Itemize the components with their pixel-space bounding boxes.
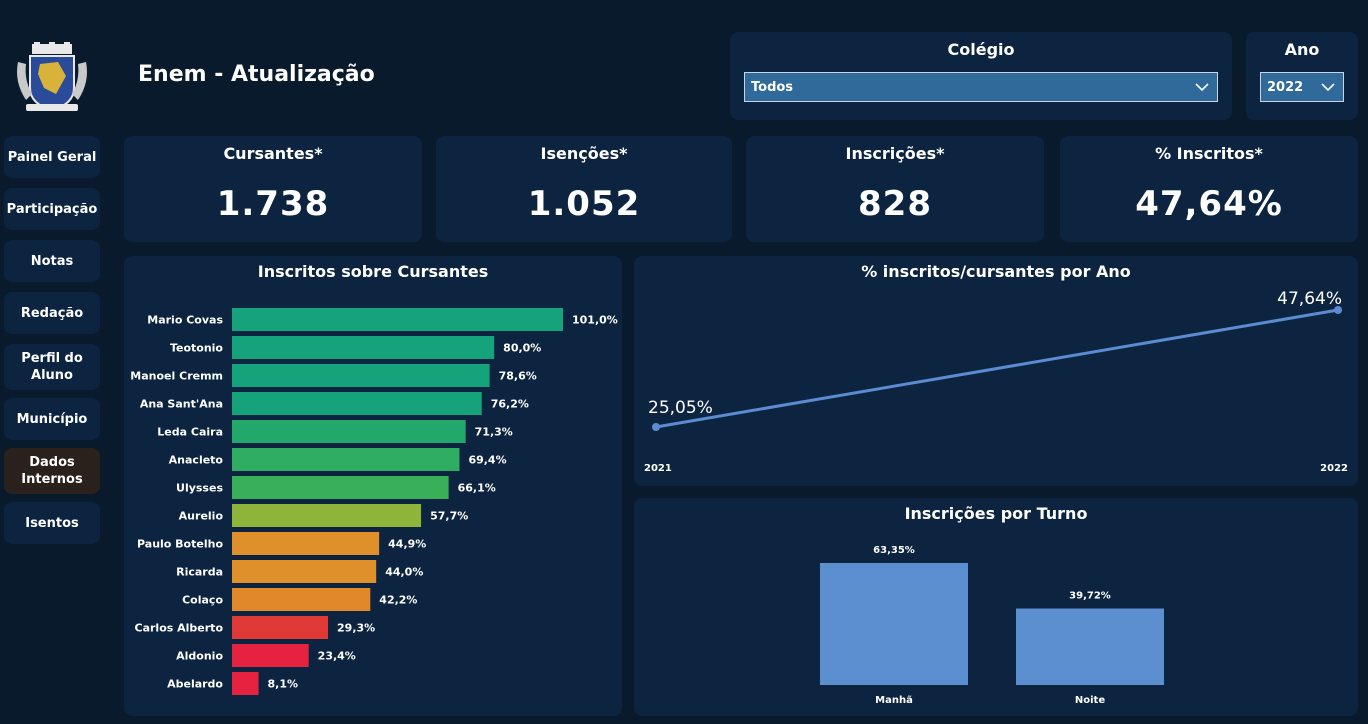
inscritos-sobre-cursantes-chart: Inscritos sobre Cursantes Mario Covas 101… [124, 256, 622, 716]
series-line [655, 308, 1339, 429]
bar-category-label: Colaço [182, 594, 223, 607]
bar-category-label: Ricarda [176, 566, 223, 579]
kpi-card-cursantes: Cursantes* 1.738 [124, 136, 422, 242]
inscritos-sobre-cursantes-plot: Mario Covas 101,0% Teotonio 80,0% Manoel Cre… [130, 308, 618, 695]
bar-value-label: 66,1% [458, 482, 496, 495]
sidebar-item-dados-internos[interactable]: Dados Internos [4, 448, 100, 494]
inscritos-cursantes-por-ano-plot: 25,05% 47,64% 2021 2022 [644, 289, 1348, 474]
bar [820, 563, 968, 685]
kpi-value: 1.052 [527, 184, 641, 224]
bar [232, 672, 259, 695]
ano-slicer-title: Ano [1284, 40, 1320, 59]
bar-value-label: 44,0% [385, 566, 423, 579]
bar-value-label: 78,6% [499, 370, 537, 383]
bar-category-label: Teotonio [170, 342, 223, 355]
kpi-value: 828 [858, 184, 932, 224]
inscritos-cursantes-por-ano-chart: % inscritos/cursantes por Ano 25,05% 47,6… [634, 256, 1358, 486]
kpi-title: Isenções* [540, 144, 628, 163]
bar [232, 644, 309, 667]
bar-value-label: 71,3% [475, 426, 513, 439]
kpi-title: Cursantes* [223, 144, 323, 163]
bar [232, 448, 460, 471]
colegio-selected-value: Todos [751, 79, 794, 95]
bar-value-label: 76,2% [491, 398, 529, 411]
municipal-coat-of-arms-icon [12, 42, 92, 114]
sidebar-item-notas[interactable]: Notas [4, 240, 100, 282]
bar [232, 336, 495, 359]
bar [232, 420, 466, 443]
bar-value-label: 8,1% [268, 678, 299, 691]
bar [232, 392, 482, 415]
sidebar-item-isentos[interactable]: Isentos [4, 502, 100, 544]
inscricoes-por-turno-plot: 63,35% Manhã 39,72% Noite [820, 545, 1164, 706]
bar-value-label: 39,72% [1069, 591, 1111, 602]
sidebar-item-redacao[interactable]: Redação [4, 292, 100, 334]
bar [232, 616, 329, 639]
bar-value-label: 80,0% [503, 342, 541, 355]
bar [232, 364, 490, 387]
bar [1016, 608, 1164, 685]
kpi-title: Inscrições* [845, 144, 945, 163]
page-title: Enem - Atualização [138, 62, 375, 87]
bar-value-label: 57,7% [430, 510, 468, 523]
kpi-card-percent-inscritos: % Inscritos* 47,64% [1060, 136, 1358, 242]
bar-category-label: Ulysses [176, 482, 223, 495]
bar [232, 308, 563, 331]
ano-dropdown[interactable]: 2022 [1260, 72, 1344, 102]
colegio-dropdown[interactable]: Todos [744, 72, 1218, 102]
bar-value-label: 44,9% [388, 538, 426, 551]
bar-value-label: 69,4% [468, 454, 506, 467]
kpi-title: % Inscritos* [1155, 144, 1263, 163]
bar-value-label: 23,4% [318, 650, 356, 663]
colegio-slicer-title: Colégio [947, 40, 1015, 59]
inscricoes-por-turno-chart: Inscrições por Turno 63,35% Manhã 39,72% No… [634, 498, 1358, 716]
sidebar-item-municipio[interactable]: Município [4, 398, 100, 440]
bar [232, 560, 377, 583]
x-tick-label: 2021 [644, 463, 672, 474]
bar-value-label: 101,0% [572, 314, 618, 327]
sidebar-item-painel-geral[interactable]: Painel Geral [4, 136, 100, 178]
colegio-slicer: Colégio Todos [730, 32, 1232, 120]
bar [232, 504, 422, 527]
bar-category-label: Noite [1075, 695, 1105, 706]
bar-value-label: 29,3% [337, 622, 375, 635]
bar-category-label: Manoel Cremm [130, 370, 223, 383]
bar-category-label: Anacleto [169, 454, 224, 467]
bar-value-label: 63,35% [873, 545, 915, 556]
sidebar-item-perfil-do-aluno[interactable]: Perfil do Aluno [4, 344, 100, 390]
bar-category-label: Leda Caira [157, 426, 223, 439]
bar-category-label: Carlos Alberto [135, 622, 224, 635]
chevron-down-icon [1321, 83, 1335, 92]
chevron-down-icon [1195, 83, 1209, 92]
kpi-card-isencoes: Isenções* 1.052 [436, 136, 732, 242]
bar-category-label: Aurelio [179, 510, 224, 523]
line-value-label: 47,64% [1277, 289, 1342, 309]
kpi-card-inscricoes: Inscrições* 828 [746, 136, 1044, 242]
bar-category-label: Ana Sant'Ana [140, 398, 223, 411]
bar-category-label: Mario Covas [147, 314, 223, 327]
bar [232, 532, 380, 555]
bar-category-label: Paulo Botelho [137, 538, 223, 551]
x-tick-label: 2022 [1320, 463, 1348, 474]
bar [232, 588, 371, 611]
ano-slicer: Ano 2022 [1246, 32, 1358, 120]
ano-selected-value: 2022 [1267, 79, 1304, 95]
line-point [652, 423, 660, 431]
bar [232, 476, 449, 499]
bar-category-label: Aldonio [176, 650, 223, 663]
bar-value-label: 42,2% [379, 594, 417, 607]
bar-category-label: Manhã [875, 695, 913, 706]
line-value-label: 25,05% [648, 398, 713, 418]
bar-category-label: Abelardo [167, 678, 223, 691]
sidebar-item-participacao[interactable]: Participação [4, 188, 100, 230]
kpi-value: 1.738 [216, 184, 330, 224]
kpi-value: 47,64% [1135, 184, 1283, 224]
